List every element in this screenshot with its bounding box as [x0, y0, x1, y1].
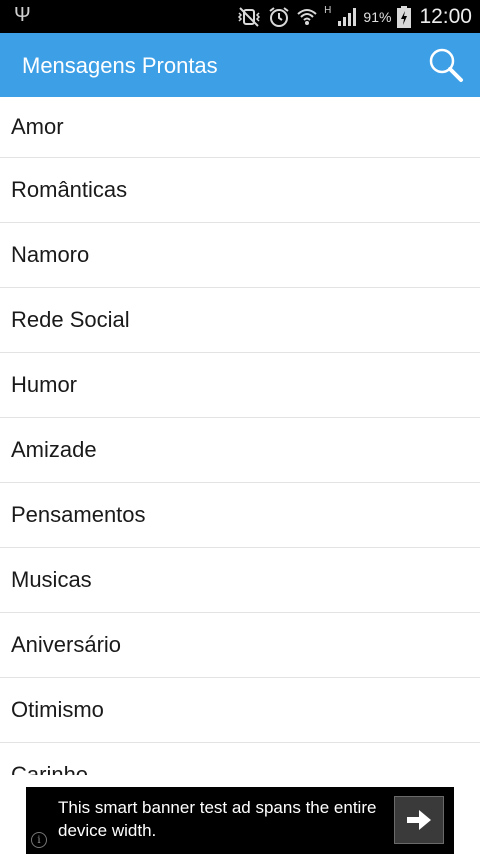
usb-icon: Ψ	[14, 4, 31, 26]
action-bar: Mensagens Prontas	[0, 33, 480, 97]
list-item-romanticas[interactable]: Românticas	[0, 158, 480, 223]
list-item-rede-social[interactable]: Rede Social	[0, 288, 480, 353]
clock: 12:00	[419, 4, 472, 28]
signal-icon	[337, 6, 357, 28]
status-bar: Ψ H 91% 12:00	[0, 0, 480, 33]
arrow-right-icon[interactable]	[394, 796, 444, 844]
list-item-otimismo[interactable]: Otimismo	[0, 678, 480, 743]
ad-text: This smart banner test ad spans the enti…	[58, 798, 377, 840]
list-item-amor[interactable]: Amor	[0, 97, 480, 158]
category-list[interactable]: Amor Românticas Namoro Rede Social Humor…	[0, 97, 480, 775]
search-icon[interactable]	[426, 45, 466, 85]
list-item-amizade[interactable]: Amizade	[0, 418, 480, 483]
battery-percent: 91%	[363, 8, 392, 25]
app-title: Mensagens Prontas	[22, 53, 218, 78]
list-item-musicas[interactable]: Musicas	[0, 548, 480, 613]
status-icons: H 91% 12:00	[236, 0, 472, 33]
list-item-aniversario[interactable]: Aniversário	[0, 613, 480, 678]
ad-banner[interactable]: i This smart banner test ad spans the en…	[26, 787, 454, 854]
list-item-pensamentos[interactable]: Pensamentos	[0, 483, 480, 548]
battery-charging-icon	[397, 5, 412, 28]
alarm-icon	[268, 6, 290, 28]
network-type: H	[324, 5, 332, 16]
list-item-namoro[interactable]: Namoro	[0, 223, 480, 288]
list-item-humor[interactable]: Humor	[0, 353, 480, 418]
wifi-icon	[296, 6, 318, 28]
mute-vibrate-icon	[236, 6, 262, 28]
info-icon[interactable]: i	[31, 832, 47, 848]
list-item-carinho[interactable]: Carinho	[0, 743, 480, 775]
